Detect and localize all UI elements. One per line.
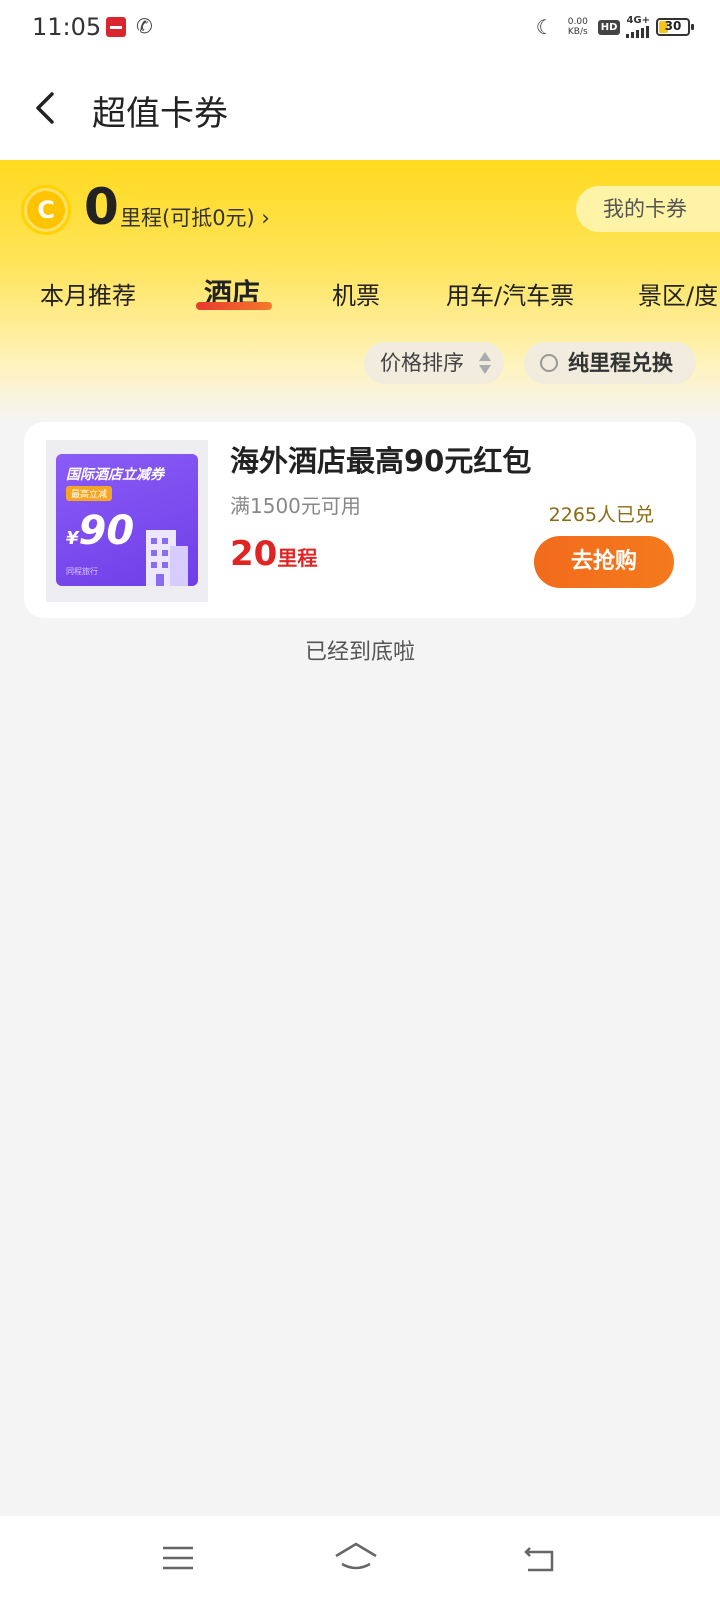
points-only-label: 纯里程兑换 — [568, 351, 673, 375]
signal-icon: 4G+ — [626, 16, 650, 38]
buy-now-button[interactable]: 去抢购 — [534, 536, 674, 588]
coin-icon — [24, 188, 68, 232]
points-value: 0 — [84, 178, 119, 236]
points-only-toggle[interactable]: 纯里程兑换 — [524, 342, 696, 384]
menu-icon[interactable] — [158, 1538, 198, 1578]
my-coupons-button[interactable]: 我的卡券 — [576, 186, 720, 232]
moon-icon: ☾ — [535, 15, 554, 39]
back-arrow-icon[interactable] — [28, 88, 68, 128]
hd-icon: HD — [597, 19, 621, 35]
status-bar: 11:05 ✆ ☾ 0.00 KB/s HD 4G+ 30 — [0, 0, 720, 56]
active-tab-indicator — [196, 302, 272, 310]
network-speed: 0.00 KB/s — [567, 17, 588, 37]
coupon-price: 20里程 — [230, 534, 318, 574]
points-detail-link[interactable]: 里程(可抵0元) › — [120, 202, 270, 232]
tab-monthly-recommend[interactable]: 本月推荐 — [40, 276, 136, 311]
points-summary-area: 0 里程(可抵0元) › 我的卡券 本月推荐 酒店 机票 用车/汽车票 景区/度… — [0, 160, 720, 420]
tab-car-bus[interactable]: 用车/汽车票 — [446, 276, 574, 311]
building-icon — [146, 530, 188, 586]
redeemed-count: 2265人已兑 — [548, 504, 654, 526]
battery-icon: 30 — [656, 18, 694, 36]
category-tabs: 本月推荐 酒店 机票 用车/汽车票 景区/度 — [0, 276, 720, 326]
coupon-thumbnail: 国际酒店立减券 最高立减 ¥90 同程旅行 — [46, 440, 208, 602]
thumb-badge: 最高立减 — [66, 486, 113, 501]
status-time: 11:05 — [32, 13, 102, 41]
tab-scenic[interactable]: 景区/度 — [638, 276, 718, 311]
price-sort-button[interactable]: 价格排序 — [364, 342, 504, 384]
thumb-title: 国际酒店立减券 — [66, 467, 164, 483]
system-nav-bar — [0, 1516, 720, 1600]
back-nav-icon[interactable] — [520, 1538, 560, 1578]
page-header: 超值卡券 — [0, 56, 720, 160]
coupon-condition: 满1500元可用 — [230, 494, 361, 518]
thumb-brand: 同程旅行 — [66, 567, 98, 576]
page-title: 超值卡券 — [92, 94, 228, 134]
thumb-amount: ¥90 — [66, 508, 135, 554]
price-sort-label: 价格排序 — [380, 351, 464, 375]
phone-call-icon: ✆ — [136, 14, 153, 38]
coupon-card[interactable]: 国际酒店立减券 最高立减 ¥90 同程旅行 海外酒店最高90元红包 满1500元… — [24, 422, 696, 618]
list-end-text: 已经到底啦 — [304, 640, 415, 665]
radio-icon — [540, 354, 558, 372]
coupon-title: 海外酒店最高90元红包 — [230, 444, 532, 478]
sort-arrows-icon — [479, 352, 491, 374]
tab-flights[interactable]: 机票 — [332, 276, 380, 311]
home-icon[interactable] — [332, 1538, 380, 1578]
app-notification-icon — [106, 17, 126, 37]
